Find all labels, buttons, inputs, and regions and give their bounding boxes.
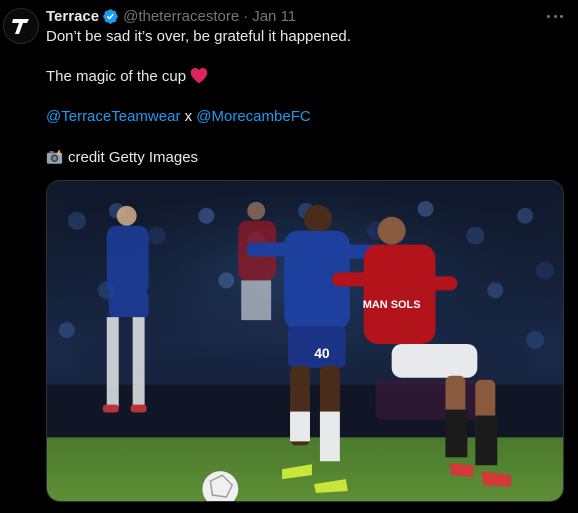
mention-terrace-teamwear[interactable]: @TerraceTeamwear xyxy=(46,108,180,125)
joiner-text: x xyxy=(184,108,193,125)
credit-text: credit Getty Images xyxy=(68,149,199,166)
tweet-text-line-1: Don’t be sad it’s over, be grateful it h… xyxy=(46,28,351,45)
terrace-logo-icon xyxy=(12,19,29,34)
tweet-text-line-4: credit Getty Images xyxy=(46,148,198,168)
tweet-photo[interactable]: 40 MAN SOLS xyxy=(46,180,564,502)
author-handle[interactable]: @theterracestore xyxy=(123,8,239,25)
more-options-icon[interactable] xyxy=(545,7,565,25)
mention-morecambe-fc[interactable]: @MorecambeFC xyxy=(196,108,310,125)
tweet-text-line-3: @TerraceTeamwear x @MorecambeFC xyxy=(46,107,311,127)
tweet-header: Terrace @theterracestore · Jan 11 xyxy=(46,6,296,26)
author-name[interactable]: Terrace xyxy=(46,8,99,25)
timestamp[interactable]: Jan 11 xyxy=(252,8,296,25)
camera-flash-emoji xyxy=(46,150,63,164)
football-match-photo: 40 MAN SOLS xyxy=(47,181,563,501)
tweet-text-line-2: The magic of the cup xyxy=(46,67,208,87)
player-number: 40 xyxy=(314,345,330,361)
avatar[interactable] xyxy=(3,8,39,44)
tweet-card[interactable]: Terrace @theterracestore · Jan 11 Don’t … xyxy=(0,0,578,513)
red-heart-emoji xyxy=(190,68,208,84)
verified-badge-icon[interactable] xyxy=(102,8,119,25)
separator-dot: · xyxy=(243,7,249,25)
shirt-sponsor: MAN SOLS xyxy=(363,299,421,311)
line-2-text: The magic of the cup xyxy=(46,68,187,85)
